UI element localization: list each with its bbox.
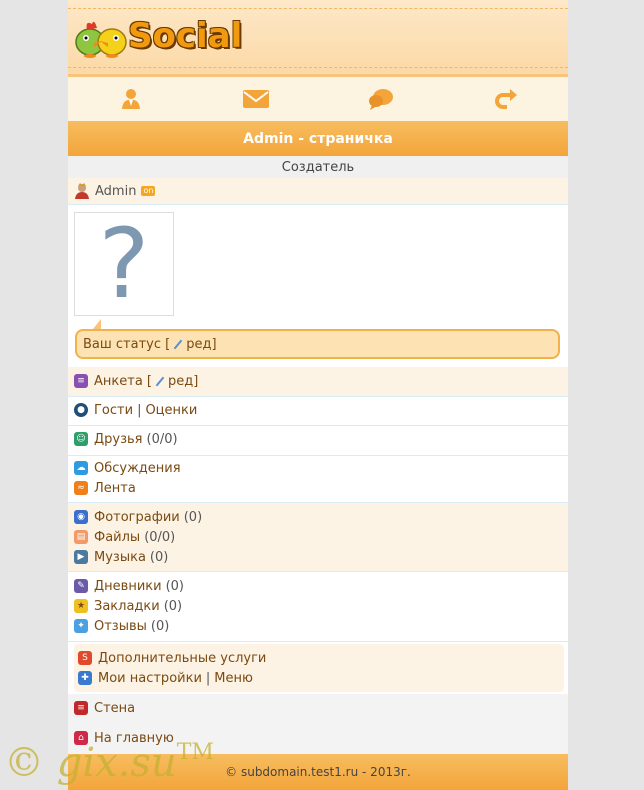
music-count: (0) bbox=[149, 549, 169, 565]
services-box: S Дополнительные услуги ✚ Мои настройки … bbox=[74, 644, 564, 692]
footer-text: © subdomain.test1.ru - 2013г. bbox=[225, 765, 411, 779]
discussions-row: ☁ Обсуждения ≈ Лента bbox=[68, 456, 568, 503]
nav-chat-button[interactable] bbox=[318, 77, 443, 121]
guests-link[interactable]: Гости bbox=[94, 403, 133, 418]
diary-icon: ✎ bbox=[74, 579, 88, 593]
personal-row: ✎ Дневники (0) ★ Закладки (0) ✦ Отзывы (… bbox=[68, 572, 568, 642]
wall-icon: ≡ bbox=[74, 701, 88, 715]
chat-icon bbox=[368, 89, 393, 110]
wrench-icon: ✚ bbox=[78, 671, 92, 685]
discussion-icon: ☁ bbox=[74, 461, 88, 475]
header-dash-bottom bbox=[68, 67, 568, 68]
profile-card-icon: ≡ bbox=[74, 374, 88, 388]
bookmarks-link[interactable]: Закладки bbox=[94, 599, 160, 614]
user-icon bbox=[121, 89, 140, 109]
page: Social Admin - страничка Создатель Admin… bbox=[68, 0, 568, 790]
status-label: Ваш статус [ bbox=[83, 336, 171, 352]
ratings-link[interactable]: Оценки bbox=[145, 403, 197, 418]
menu-link[interactable]: Меню bbox=[214, 671, 253, 686]
status-bracket: ] bbox=[211, 336, 217, 352]
pencil-icon bbox=[173, 339, 183, 349]
pencil-icon bbox=[155, 376, 165, 386]
photos-link[interactable]: Фотографии bbox=[94, 510, 180, 525]
anketa-bracket: ] bbox=[193, 373, 199, 389]
separator: | bbox=[205, 670, 211, 686]
services-link[interactable]: Дополнительные услуги bbox=[98, 651, 266, 666]
user-name-link[interactable]: Admin bbox=[95, 184, 136, 199]
page-title: Admin - страничка bbox=[68, 121, 568, 156]
wall-link[interactable]: Стена bbox=[94, 701, 135, 716]
wall-row: ≡ Стена bbox=[68, 694, 568, 724]
watermark-text: © gix.su bbox=[4, 740, 177, 786]
friends-count: (0/0) bbox=[146, 431, 178, 447]
camera-icon: ◉ bbox=[74, 510, 88, 524]
files-icon: ▤ bbox=[74, 530, 88, 544]
header-dash-top bbox=[68, 8, 568, 9]
guests-row: ● Гости | Оценки bbox=[68, 397, 568, 426]
separator: | bbox=[137, 402, 142, 418]
photos-count: (0) bbox=[183, 509, 203, 525]
reviews-link[interactable]: Отзывы bbox=[94, 619, 147, 634]
music-link[interactable]: Музыка bbox=[94, 550, 146, 565]
friends-icon: ☺ bbox=[74, 432, 88, 446]
question-mark-icon: ? bbox=[98, 208, 150, 320]
files-link[interactable]: Файлы bbox=[94, 530, 140, 545]
mail-icon bbox=[242, 90, 269, 108]
watermark: © gix.suTM bbox=[4, 740, 214, 786]
user-row: Admin on bbox=[68, 178, 568, 205]
admin-avatar-icon bbox=[75, 183, 89, 199]
anketa-row: ≡ Анкета [ ред ] bbox=[68, 367, 568, 397]
header: Social bbox=[68, 0, 568, 77]
online-badge: on bbox=[141, 186, 156, 196]
status-tail bbox=[93, 319, 101, 329]
rss-feed-icon: ≈ bbox=[74, 481, 88, 495]
services-icon: S bbox=[78, 651, 92, 665]
logo-text[interactable]: Social bbox=[128, 16, 242, 56]
settings-link[interactable]: Мои настройки bbox=[98, 671, 202, 686]
discussions-link[interactable]: Обсуждения bbox=[94, 461, 181, 476]
avatar-placeholder[interactable]: ? bbox=[74, 212, 174, 316]
exit-icon bbox=[494, 89, 517, 109]
top-nav bbox=[68, 77, 568, 121]
files-count: (0/0) bbox=[144, 529, 176, 545]
nav-profile-button[interactable] bbox=[68, 77, 193, 121]
bookmarks-count: (0) bbox=[163, 598, 183, 614]
friends-link[interactable]: Друзья bbox=[94, 432, 143, 447]
nav-exit-button[interactable] bbox=[443, 77, 568, 121]
play-icon: ▶ bbox=[74, 550, 88, 564]
reviews-icon: ✦ bbox=[74, 619, 88, 633]
friends-row: ☺ Друзья (0/0) bbox=[68, 426, 568, 456]
nav-mail-button[interactable] bbox=[193, 77, 318, 121]
reviews-count: (0) bbox=[150, 618, 170, 634]
anketa-link[interactable]: Анкета [ bbox=[94, 374, 152, 389]
status-edit-link[interactable]: ред bbox=[186, 337, 211, 352]
status-box: Ваш статус [ ред ] bbox=[75, 329, 560, 359]
watermark-tm: TM bbox=[176, 740, 214, 765]
star-icon: ★ bbox=[74, 599, 88, 613]
anketa-edit-link[interactable]: ред bbox=[168, 374, 193, 389]
diaries-link[interactable]: Дневники bbox=[94, 579, 162, 594]
diaries-count: (0) bbox=[165, 578, 184, 594]
feed-link[interactable]: Лента bbox=[94, 481, 136, 496]
birds-logo-icon[interactable] bbox=[72, 14, 132, 60]
media-row: ◉ Фотографии (0) ▤ Файлы (0/0) ▶ Музыка … bbox=[68, 503, 568, 572]
eye-icon: ● bbox=[74, 403, 88, 417]
role-label: Создатель bbox=[68, 156, 568, 178]
